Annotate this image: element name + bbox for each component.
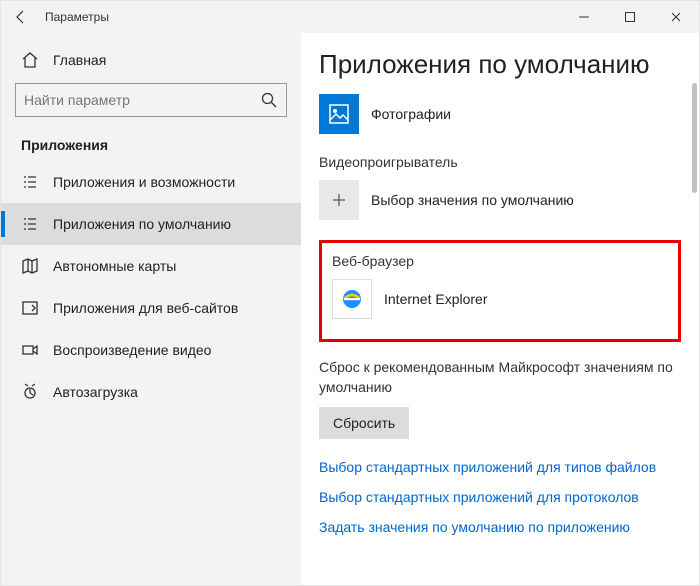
video-default-label: Выбор значения по умолчанию xyxy=(371,192,574,208)
photos-app-name: Фотографии xyxy=(371,106,451,122)
startup-icon xyxy=(21,383,39,401)
scrollbar[interactable] xyxy=(692,83,697,193)
browser-default[interactable]: Internet Explorer xyxy=(332,279,668,319)
sidebar-item-default-apps[interactable]: Приложения по умолчанию xyxy=(1,203,301,245)
sidebar-item-startup[interactable]: Автозагрузка xyxy=(1,371,301,413)
link-protocols[interactable]: Выбор стандартных приложений для протоко… xyxy=(319,489,681,505)
main-content: Приложения по умолчанию Фотографии Видео… xyxy=(301,33,699,585)
ie-icon xyxy=(332,279,372,319)
sidebar-item-video-playback[interactable]: Воспроизведение видео xyxy=(1,329,301,371)
sidebar-item-offline-maps[interactable]: Автономные карты xyxy=(1,245,301,287)
page-title: Приложения по умолчанию xyxy=(319,49,681,80)
minimize-button[interactable] xyxy=(561,1,607,33)
maximize-button[interactable] xyxy=(607,1,653,33)
sidebar-item-apps-websites[interactable]: Приложения для веб-сайтов xyxy=(1,287,301,329)
link-by-app[interactable]: Задать значения по умолчанию по приложен… xyxy=(319,519,681,535)
photos-default[interactable]: Фотографии xyxy=(319,94,681,134)
sidebar-item-label: Воспроизведение видео xyxy=(53,342,211,358)
sidebar-item-label: Автозагрузка xyxy=(53,384,138,400)
photos-icon xyxy=(319,94,359,134)
sidebar: Главная Приложения Приложения и возможно… xyxy=(1,33,301,585)
reset-description: Сброс к рекомендованным Майкрософт значе… xyxy=(319,358,681,397)
window-title: Параметры xyxy=(41,10,109,24)
home-label: Главная xyxy=(53,52,106,68)
plus-icon xyxy=(319,180,359,220)
search-icon xyxy=(260,91,278,109)
map-icon xyxy=(21,257,39,275)
sidebar-item-apps-features[interactable]: Приложения и возможности xyxy=(1,161,301,203)
browser-app-name: Internet Explorer xyxy=(384,291,488,307)
reset-button[interactable]: Сбросить xyxy=(319,407,409,439)
sidebar-item-label: Приложения для веб-сайтов xyxy=(53,300,238,316)
video-icon xyxy=(21,341,39,359)
sidebar-section-title: Приложения xyxy=(1,127,301,161)
search-field[interactable] xyxy=(24,92,260,108)
titlebar: Параметры xyxy=(1,1,699,33)
close-button[interactable] xyxy=(653,1,699,33)
defaults-icon xyxy=(21,215,39,233)
search-input[interactable] xyxy=(15,83,287,117)
video-default[interactable]: Выбор значения по умолчанию xyxy=(319,180,681,220)
back-button[interactable] xyxy=(1,9,41,25)
sidebar-item-label: Приложения и возможности xyxy=(53,174,235,190)
list-icon xyxy=(21,173,39,191)
browser-section-label: Веб-браузер xyxy=(332,253,668,269)
sidebar-item-label: Автономные карты xyxy=(53,258,176,274)
website-icon xyxy=(21,299,39,317)
home-icon xyxy=(21,51,39,69)
sidebar-item-label: Приложения по умолчанию xyxy=(53,216,231,232)
browser-highlight: Веб-браузер Internet Explorer xyxy=(319,240,681,342)
link-file-types[interactable]: Выбор стандартных приложений для типов ф… xyxy=(319,459,681,475)
home-nav[interactable]: Главная xyxy=(1,43,301,77)
video-section-label: Видеопроигрыватель xyxy=(319,154,681,170)
